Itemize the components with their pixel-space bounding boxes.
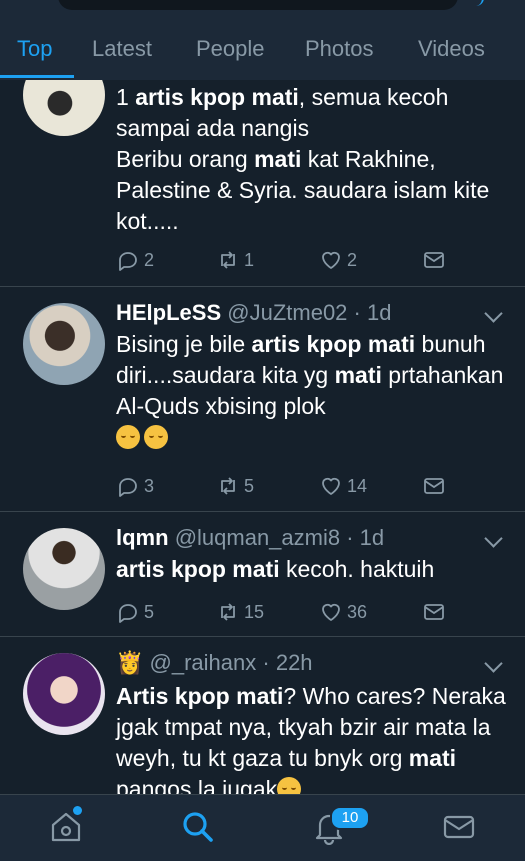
like-button[interactable]: 14 bbox=[319, 472, 367, 500]
settings-icon[interactable] bbox=[474, 0, 484, 6]
retweet-count: 1 bbox=[244, 249, 255, 270]
search-tabs: Top Latest People Photos Videos bbox=[0, 28, 525, 78]
reply-count: 2 bbox=[144, 249, 155, 270]
tweet-actions: 5 15 36 bbox=[116, 598, 516, 626]
tab-photos[interactable]: Photos bbox=[305, 36, 374, 62]
timestamp: 1d bbox=[366, 300, 392, 325]
reply-button[interactable]: 2 bbox=[116, 246, 154, 274]
text-segment: kecoh. haktuih bbox=[279, 556, 435, 582]
dm-button[interactable] bbox=[422, 598, 450, 626]
dm-icon bbox=[424, 604, 444, 620]
retweet-button[interactable]: 1 bbox=[216, 246, 254, 274]
tweet-header: 👸 @_raihanx · 22h bbox=[116, 650, 313, 676]
like-count: 14 bbox=[347, 475, 368, 496]
retweet-count: 15 bbox=[244, 601, 265, 622]
search-icon[interactable] bbox=[180, 809, 216, 845]
tweet-text: artis kpop mati kecoh. haktuih bbox=[116, 554, 516, 585]
separator-dot: · bbox=[256, 650, 276, 675]
dm-icon bbox=[424, 478, 444, 494]
highlighted-keyword: artis kpop mati bbox=[116, 556, 280, 582]
highlighted-keyword: Artis kpop mati bbox=[116, 683, 284, 709]
emoji-icon bbox=[144, 425, 168, 449]
username[interactable]: @JuZtme02 bbox=[227, 300, 347, 325]
like-count: 2 bbox=[347, 249, 358, 270]
display-name[interactable]: 👸 bbox=[116, 650, 143, 675]
username[interactable]: @_raihanx bbox=[150, 650, 257, 675]
tweet[interactable]: 1 artis kpop mati, semua kecoh sampai ad… bbox=[0, 80, 525, 286]
avatar[interactable] bbox=[23, 80, 105, 136]
tweet-text: 1 artis kpop mati, semua kecoh sampai ad… bbox=[116, 82, 516, 237]
display-name[interactable]: HElpLeSS bbox=[116, 300, 221, 325]
chevron-down-icon[interactable] bbox=[484, 654, 503, 673]
like-icon bbox=[322, 477, 340, 495]
dm-button[interactable] bbox=[422, 472, 450, 500]
text-segment: Bising je bile bbox=[116, 331, 252, 357]
tab-latest[interactable]: Latest bbox=[92, 36, 152, 62]
dm-icon bbox=[424, 252, 444, 268]
separator-dot: · bbox=[347, 300, 367, 325]
tweet-actions: 2 1 2 bbox=[116, 246, 516, 274]
highlighted-keyword: artis kpop mati bbox=[135, 84, 299, 110]
reply-icon bbox=[119, 604, 137, 623]
dm-button[interactable] bbox=[422, 246, 450, 274]
timestamp: 22h bbox=[275, 650, 313, 675]
reply-icon bbox=[119, 478, 137, 497]
reply-count: 3 bbox=[144, 475, 155, 496]
retweet-icon bbox=[221, 251, 235, 269]
highlighted-keyword: mati bbox=[254, 146, 302, 172]
bottom-nav bbox=[0, 794, 525, 861]
search-bar[interactable] bbox=[58, 0, 458, 10]
highlighted-keyword: artis kpop mati bbox=[251, 331, 416, 357]
tweet-header: HElpLeSS @JuZtme02 · 1d bbox=[116, 300, 391, 326]
text-segment: 1 bbox=[116, 84, 136, 110]
like-button[interactable]: 2 bbox=[319, 246, 357, 274]
tweet-text: Artis kpop mati? Who cares? Neraka jgak … bbox=[116, 681, 516, 794]
emoji-icon bbox=[277, 777, 302, 794]
active-tab-indicator bbox=[0, 75, 74, 78]
chevron-down-icon[interactable] bbox=[484, 304, 503, 323]
like-icon bbox=[322, 251, 340, 269]
highlighted-keyword: mati bbox=[334, 362, 382, 388]
top-bar: Top Latest People Photos Videos bbox=[0, 0, 525, 80]
chevron-down-icon[interactable] bbox=[484, 529, 503, 548]
avatar[interactable] bbox=[23, 653, 105, 735]
retweet-icon bbox=[221, 477, 235, 495]
retweet-button[interactable]: 15 bbox=[216, 598, 264, 626]
tweet[interactable]: 👸 @_raihanx · 22h Artis kpop mati? Who c… bbox=[0, 637, 525, 794]
tweet[interactable]: HElpLeSS @JuZtme02 · 1d Bising je bile a… bbox=[0, 287, 525, 511]
tweet[interactable]: lqmn @luqman_azmi8 · 1d artis kpop mati … bbox=[0, 512, 525, 636]
retweet-button[interactable]: 5 bbox=[216, 472, 254, 500]
username[interactable]: @luqman_azmi8 bbox=[175, 525, 340, 550]
reply-button[interactable]: 5 bbox=[116, 598, 154, 626]
tab-videos[interactable]: Videos bbox=[418, 36, 485, 62]
emoji-icon bbox=[116, 425, 140, 449]
text-segment: pangos la jugak bbox=[116, 776, 278, 794]
timestamp: 1d bbox=[359, 525, 385, 550]
retweet-count: 5 bbox=[244, 475, 255, 496]
new-content-dot bbox=[73, 806, 82, 815]
retweet-icon bbox=[221, 603, 235, 621]
notification-badge: 10 bbox=[330, 806, 370, 830]
tab-top[interactable]: Top bbox=[17, 36, 52, 62]
messages-icon[interactable] bbox=[441, 809, 477, 845]
reply-count: 5 bbox=[144, 601, 155, 622]
reply-button[interactable]: 3 bbox=[116, 472, 154, 500]
tab-people[interactable]: People bbox=[196, 36, 265, 62]
display-name[interactable]: lqmn bbox=[116, 525, 169, 550]
text-segment: Beribu orang bbox=[116, 146, 255, 172]
tweet-text: Bising je bile artis kpop mati bunuh dir… bbox=[116, 329, 516, 453]
tweet-actions: 3 5 14 bbox=[116, 472, 516, 500]
highlighted-keyword: mati bbox=[408, 745, 457, 771]
tweet-header: lqmn @luqman_azmi8 · 1d bbox=[116, 525, 384, 551]
like-count: 36 bbox=[347, 601, 368, 622]
like-icon bbox=[322, 603, 340, 621]
reply-icon bbox=[119, 252, 137, 271]
avatar[interactable] bbox=[23, 528, 105, 610]
like-button[interactable]: 36 bbox=[319, 598, 367, 626]
separator-dot: · bbox=[340, 525, 360, 550]
avatar[interactable] bbox=[23, 303, 105, 385]
